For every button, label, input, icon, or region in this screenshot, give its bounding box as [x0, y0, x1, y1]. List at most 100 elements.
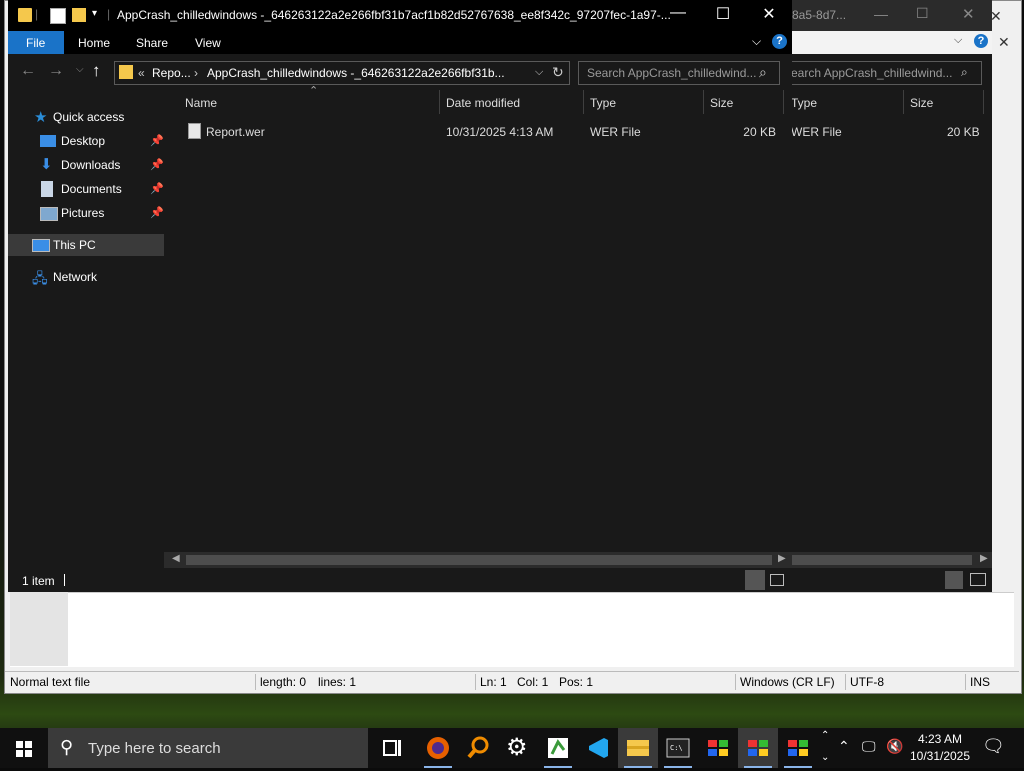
explorer-behind-status	[790, 568, 992, 592]
windows-app-icon[interactable]	[778, 728, 818, 768]
maximize-icon[interactable]: ☐	[711, 4, 735, 24]
breadcrumb-overflow[interactable]: «	[138, 66, 145, 80]
notepad-editor[interactable]	[10, 592, 1014, 667]
help-icon[interactable]: ?	[772, 34, 787, 49]
taskbar-search-input[interactable]: ⚲ Type here to search	[48, 728, 368, 768]
explorer-titlebar[interactable]: | ▾ | AppCrash_chilledwindows -_64626312…	[8, 0, 792, 31]
close-icon[interactable]: ✕	[962, 5, 975, 23]
up-arrow-icon[interactable]: ↑	[92, 61, 101, 81]
chevron-down-icon[interactable]: ⌵	[954, 34, 962, 47]
sidebar-item-label: Documents	[61, 182, 122, 196]
notepad-status-bar: Normal text file length: 0 lines: 1 Ln: …	[5, 671, 1019, 692]
status-pos: Pos: 1	[559, 675, 594, 689]
tab-share[interactable]: Share	[136, 36, 168, 50]
column-type[interactable]: Type	[791, 96, 817, 110]
file-size-cell: 20 KB	[743, 125, 776, 139]
explorer-behind-search[interactable]: earch AppCrash_chilledwind... ⌕	[790, 61, 982, 85]
file-explorer-icon[interactable]	[618, 728, 658, 768]
vscode-icon[interactable]	[578, 728, 618, 768]
chevron-up-icon[interactable]: ⌃	[821, 730, 829, 741]
refresh-icon[interactable]: ↻	[552, 64, 564, 81]
recent-locations-icon[interactable]: ⌵	[76, 64, 84, 75]
sidebar-item-label: Pictures	[61, 206, 105, 220]
details-view-icon[interactable]	[745, 570, 765, 590]
maximize-icon[interactable]: ☐	[916, 5, 929, 22]
chevron-down-icon[interactable]: ⌵	[752, 34, 761, 49]
search-app-icon[interactable]	[458, 728, 498, 768]
sidebar-item-documents[interactable]: Documents 📌	[8, 178, 164, 200]
network-status-icon[interactable]: 🖵	[862, 738, 876, 755]
table-row[interactable]: Report.wer 10/31/2025 4:13 AM WER File 2…	[164, 120, 784, 142]
windows-logo-icon	[16, 741, 32, 757]
clock-time: 4:23 AM	[917, 732, 963, 746]
task-view-icon[interactable]	[372, 728, 412, 768]
breadcrumb-item[interactable]: Repo...	[152, 66, 191, 80]
chevron-down-icon[interactable]: ⌄	[821, 752, 829, 763]
notepad-plus-icon[interactable]	[538, 728, 578, 768]
notifications-icon[interactable]: 🗨	[982, 736, 1005, 757]
sidebar-item-desktop[interactable]: Desktop 📌	[8, 130, 164, 152]
forward-arrow-icon[interactable]: →	[48, 62, 64, 80]
column-size[interactable]: Size	[910, 96, 933, 110]
system-clock[interactable]: 4:23 AM 10/31/2025	[904, 730, 976, 766]
back-arrow-icon[interactable]: ←	[20, 62, 36, 80]
minimize-icon[interactable]: —	[666, 4, 690, 22]
sidebar-item-quick-access[interactable]: ★ Quick access	[8, 106, 164, 128]
windows-app-icon[interactable]	[738, 728, 778, 768]
quick-access-toolbar-dropdown-icon[interactable]: ▾	[92, 8, 97, 19]
help-icon[interactable]: ?	[974, 34, 988, 48]
properties-icon[interactable]	[50, 8, 66, 24]
chevron-down-icon[interactable]: ⌵	[535, 66, 543, 79]
minimize-icon[interactable]: —	[874, 6, 888, 22]
tab-view[interactable]: View	[195, 36, 221, 50]
sidebar-item-label: Network	[53, 270, 98, 284]
explorer-behind-hscroll[interactable]: ▶	[792, 552, 992, 568]
sidebar-item-label: Desktop	[61, 134, 106, 148]
pin-icon[interactable]: 📌	[150, 134, 164, 147]
settings-icon[interactable]: ⚙	[498, 728, 538, 768]
terminal-icon[interactable]: C:\	[658, 728, 698, 768]
breadcrumb-current[interactable]: AppCrash_chilledwindows -_646263122a2e26…	[207, 66, 505, 80]
column-name[interactable]: Name	[185, 96, 217, 110]
pin-icon[interactable]: 📌	[150, 206, 164, 219]
scrollbar-thumb[interactable]	[186, 555, 772, 565]
pin-icon[interactable]: 📌	[150, 158, 164, 171]
scroll-right-icon[interactable]: ▶	[980, 553, 988, 564]
sidebar-item-this-pc[interactable]: This PC	[8, 234, 164, 256]
sidebar-item-pictures[interactable]: Pictures 📌	[8, 202, 164, 224]
large-icons-view-icon[interactable]	[970, 573, 986, 586]
pin-icon[interactable]: 📌	[150, 182, 164, 195]
windows-app-icon[interactable]	[698, 728, 738, 768]
column-type[interactable]: Type	[590, 96, 616, 110]
search-icon: ⌕	[961, 65, 968, 79]
taskbar-search-placeholder: Type here to search	[88, 740, 221, 757]
status-encoding: UTF-8	[850, 675, 884, 689]
search-input[interactable]: Search AppCrash_chilledwind... ⌕	[578, 61, 780, 85]
large-icons-view-icon[interactable]	[770, 574, 784, 586]
close-icon[interactable]: ✕	[757, 4, 781, 24]
breadcrumb-separator[interactable]: ›	[194, 66, 198, 80]
search-placeholder: Search AppCrash_chilledwind...	[587, 66, 757, 80]
taskbar-scroll[interactable]: ⌃ ⌄	[818, 728, 834, 768]
tab-home[interactable]: Home	[78, 36, 110, 50]
tab-file[interactable]: File	[8, 31, 64, 54]
file-type-cell: WER File	[590, 125, 641, 139]
new-folder-icon[interactable]	[72, 8, 86, 22]
scroll-right-icon[interactable]: ▶	[778, 553, 786, 564]
file-list[interactable]	[164, 90, 792, 568]
scroll-left-icon[interactable]: ◀	[172, 553, 180, 564]
address-bar[interactable]: « Repo... › AppCrash_chilledwindows -_64…	[114, 61, 570, 85]
file-icon	[188, 123, 201, 139]
file-name-cell[interactable]: Report.wer	[206, 125, 265, 139]
start-button[interactable]	[0, 728, 48, 768]
explorer-behind-titlebar[interactable]: 8a5-8d7... — ☐ ✕	[790, 0, 992, 31]
show-hidden-icons-icon[interactable]: ⌃	[838, 738, 850, 755]
sidebar-item-downloads[interactable]: ⬇ Downloads 📌	[8, 154, 164, 176]
column-date-modified[interactable]: Date modified	[446, 96, 520, 110]
column-size[interactable]: Size	[710, 96, 733, 110]
notepad-doc-close-icon[interactable]: ✕	[998, 34, 1010, 51]
volume-muted-icon[interactable]: 🔇	[886, 738, 903, 755]
sidebar-item-network[interactable]: 🖧 Network	[8, 266, 164, 288]
firefox-icon[interactable]	[418, 728, 458, 768]
details-view-icon[interactable]	[945, 571, 963, 589]
